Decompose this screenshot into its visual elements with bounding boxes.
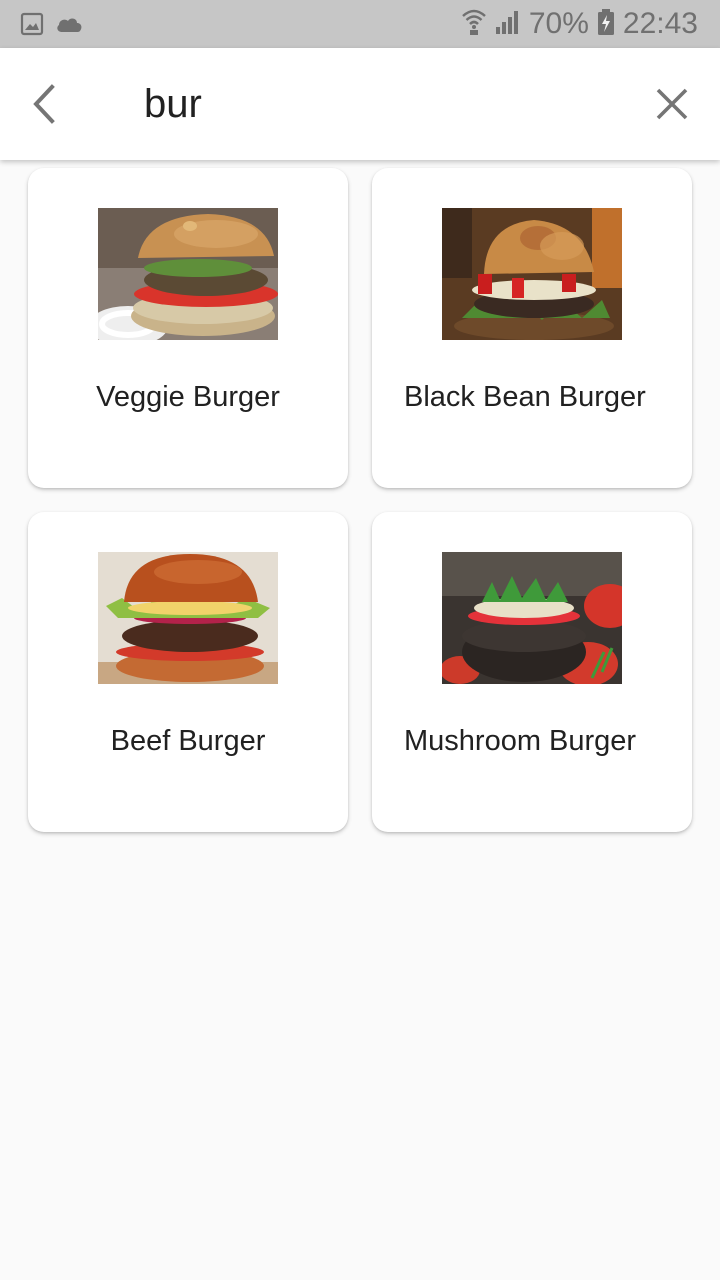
result-card-mushroom-burger[interactable]: Mushroom Burger [372,512,692,832]
result-card-beef-burger[interactable]: Beef Burger [28,512,348,832]
beef-burger-photo [98,552,278,684]
result-card-title: Beef Burger [110,725,266,757]
image-icon [20,12,44,41]
close-icon [648,88,696,132]
black-bean-burger-photo [442,208,622,340]
clock: 22:43 [622,7,698,40]
result-card-veggie-burger[interactable]: Veggie Burger [28,168,348,488]
result-card-title: Black Bean Burger [404,381,646,413]
search-bar [0,48,720,160]
mushroom-burger-photo [442,552,622,684]
back-button[interactable] [24,78,68,130]
chevron-left-icon [24,84,68,134]
battery-charging-icon [597,8,615,41]
result-card-black-bean-burger[interactable]: Black Bean Burger [372,168,692,488]
search-input[interactable] [144,76,614,132]
cloud-icon [54,13,84,40]
status-bar: 70% 22:43 [0,0,720,48]
result-card-title: Veggie Burger [96,381,280,413]
result-card-title: Mushroom Burger [404,725,637,757]
status-bar-left [20,12,84,41]
status-bar-right: 70% 22:43 [461,6,698,42]
battery-percent: 70% [528,7,589,40]
veggie-burger-photo [98,208,278,340]
signal-icon [495,9,521,40]
wifi-icon [461,8,487,41]
clear-search-button[interactable] [648,80,696,128]
